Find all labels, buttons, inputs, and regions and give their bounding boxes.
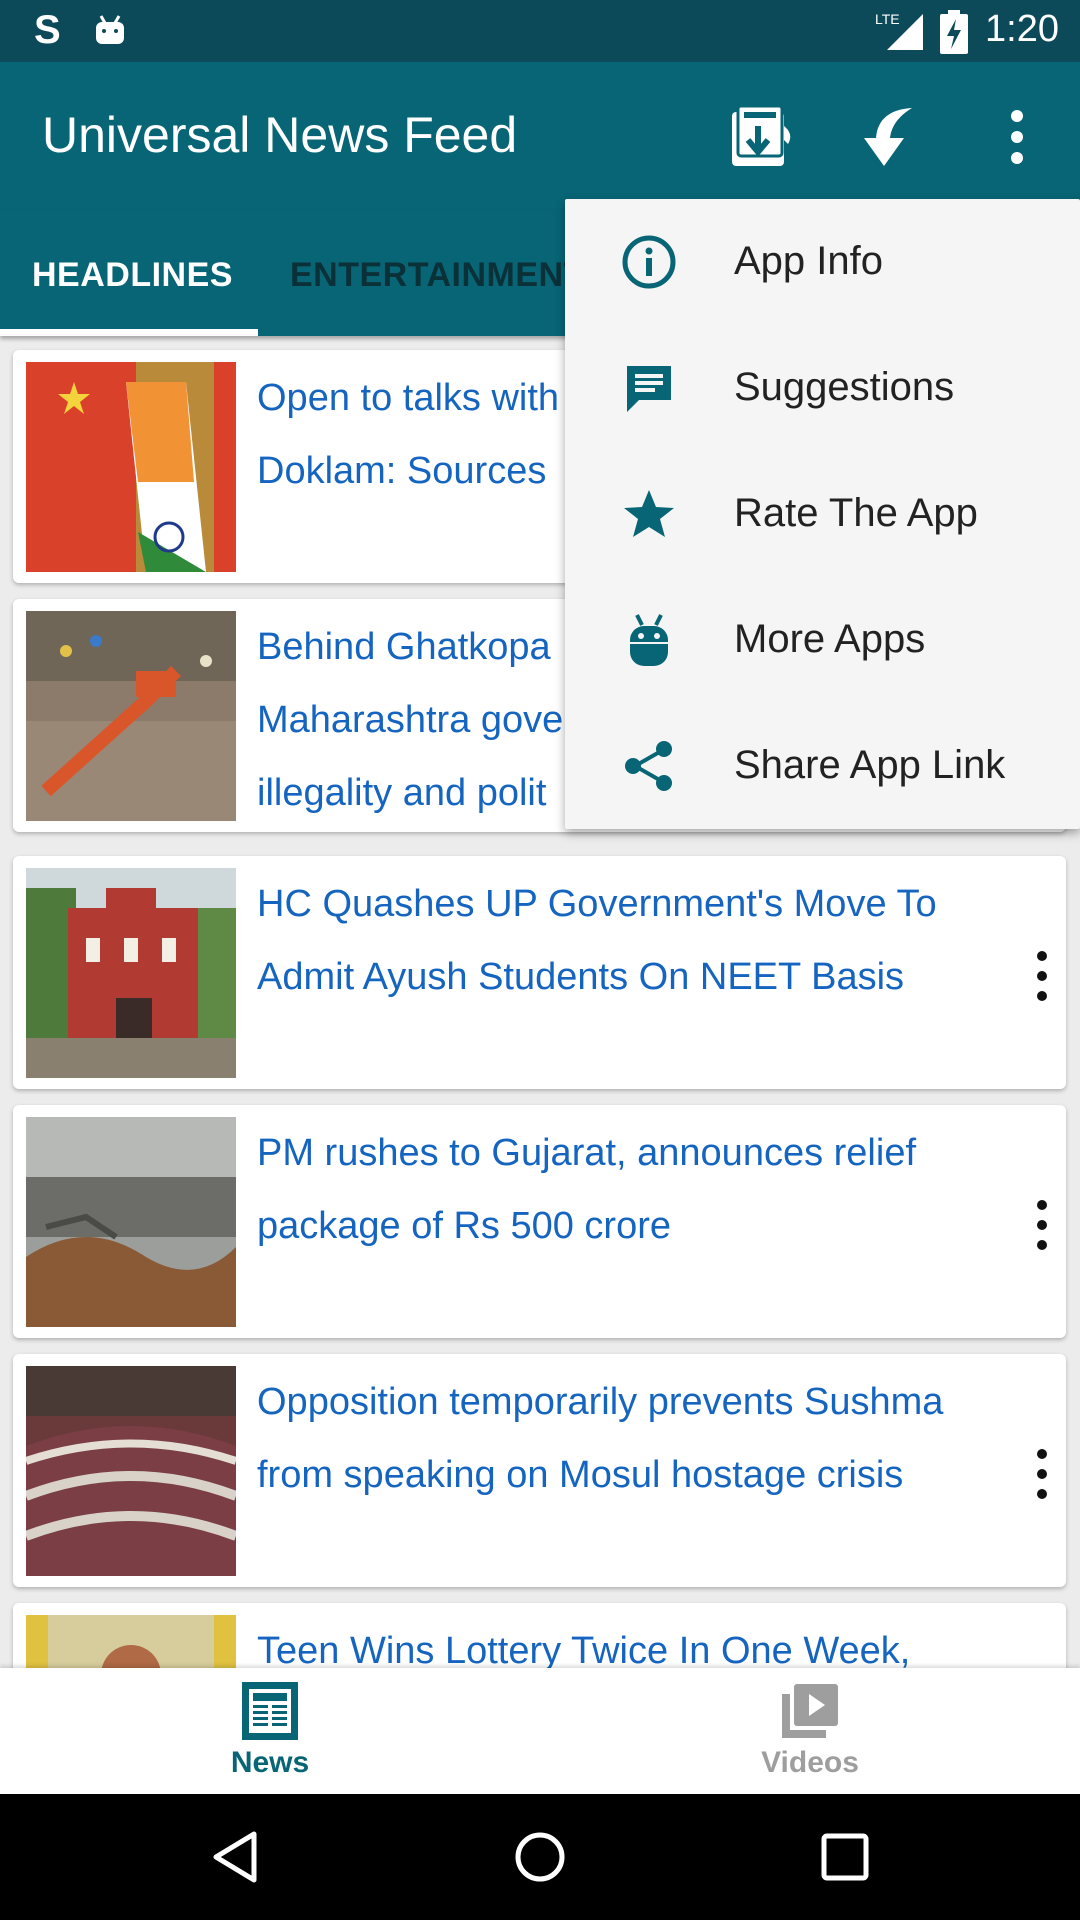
news-card[interactable]: Opposition temporarily prevents Sushma f… <box>13 1354 1066 1587</box>
newspaper-icon <box>242 1682 298 1740</box>
menu-item-suggestions[interactable]: Suggestions <box>565 325 1080 451</box>
news-card[interactable]: Teen Wins Lottery Twice In One Week, <box>13 1603 1066 1668</box>
info-icon <box>622 235 676 289</box>
saved-news-icon[interactable] <box>728 104 796 170</box>
chat-icon <box>627 366 671 412</box>
article-thumbnail <box>26 1117 236 1327</box>
menu-item-rate-the-app[interactable]: Rate The App <box>565 451 1080 577</box>
battery-charging-icon <box>940 10 968 54</box>
nav-videos[interactable]: Videos <box>540 1668 1080 1794</box>
android-notification-icon <box>96 15 124 44</box>
system-navigation-bar <box>0 1794 1080 1920</box>
android-icon <box>630 614 668 666</box>
tab-headlines[interactable]: HEADLINES <box>32 256 233 295</box>
nav-news-label: News <box>230 1746 310 1779</box>
menu-item-share-app-link[interactable]: Share App Link <box>565 703 1080 829</box>
article-options-icon[interactable] <box>1036 1199 1048 1251</box>
article-title[interactable]: PM rushes to Gujarat, announces relief p… <box>257 1117 1007 1263</box>
article-options-icon[interactable] <box>1036 1448 1048 1500</box>
menu-item-app-info[interactable]: App Info <box>565 199 1080 325</box>
share-icon <box>625 741 672 791</box>
menu-label: Share App Link <box>734 743 1006 787</box>
more-options-icon[interactable] <box>1007 104 1027 170</box>
nav-videos-label: Videos <box>761 1746 859 1779</box>
menu-label: More Apps <box>734 617 926 661</box>
menu-item-more-apps[interactable]: More Apps <box>565 577 1080 703</box>
menu-label: Rate The App <box>734 491 978 535</box>
tab-selected-indicator <box>0 329 258 336</box>
menu-label: App Info <box>734 239 884 283</box>
refresh-icon[interactable] <box>858 104 918 170</box>
back-icon[interactable] <box>210 1830 260 1884</box>
article-thumbnail <box>26 1615 236 1668</box>
article-options-icon[interactable] <box>1036 950 1048 1002</box>
recents-icon[interactable] <box>820 1830 870 1884</box>
article-thumbnail <box>26 868 236 1078</box>
article-thumbnail <box>26 362 236 572</box>
news-card[interactable]: PM rushes to Gujarat, announces relief p… <box>13 1105 1066 1338</box>
overflow-menu: App Info Suggestions Rate The App More A… <box>565 199 1080 829</box>
bottom-navigation: News Videos <box>0 1668 1080 1794</box>
nav-news[interactable]: News <box>0 1668 540 1794</box>
svg-text:LTE: LTE <box>875 11 900 27</box>
menu-label: Suggestions <box>734 365 955 409</box>
star-icon <box>624 490 674 537</box>
article-title[interactable]: Teen Wins Lottery Twice In One Week, <box>257 1615 1007 1668</box>
article-thumbnail <box>26 611 236 821</box>
article-thumbnail <box>26 1366 236 1576</box>
s-notification-icon: S <box>34 8 61 52</box>
article-title[interactable]: HC Quashes UP Government's Move To Admit… <box>257 868 1007 1014</box>
news-card[interactable]: HC Quashes UP Government's Move To Admit… <box>13 856 1066 1089</box>
status-clock: 1:20 <box>985 8 1059 50</box>
video-library-icon <box>782 1684 838 1738</box>
tab-entertainment[interactable]: ENTERTAINMENT <box>290 256 585 295</box>
app-bar: Universal News Feed <box>0 62 1080 210</box>
article-title[interactable]: Opposition temporarily prevents Sushma f… <box>257 1366 1007 1512</box>
app-title: Universal News Feed <box>42 107 518 163</box>
lte-signal-icon: LTE <box>875 11 923 50</box>
status-bar: S LTE 1:20 <box>0 0 1080 62</box>
home-icon[interactable] <box>513 1830 567 1884</box>
